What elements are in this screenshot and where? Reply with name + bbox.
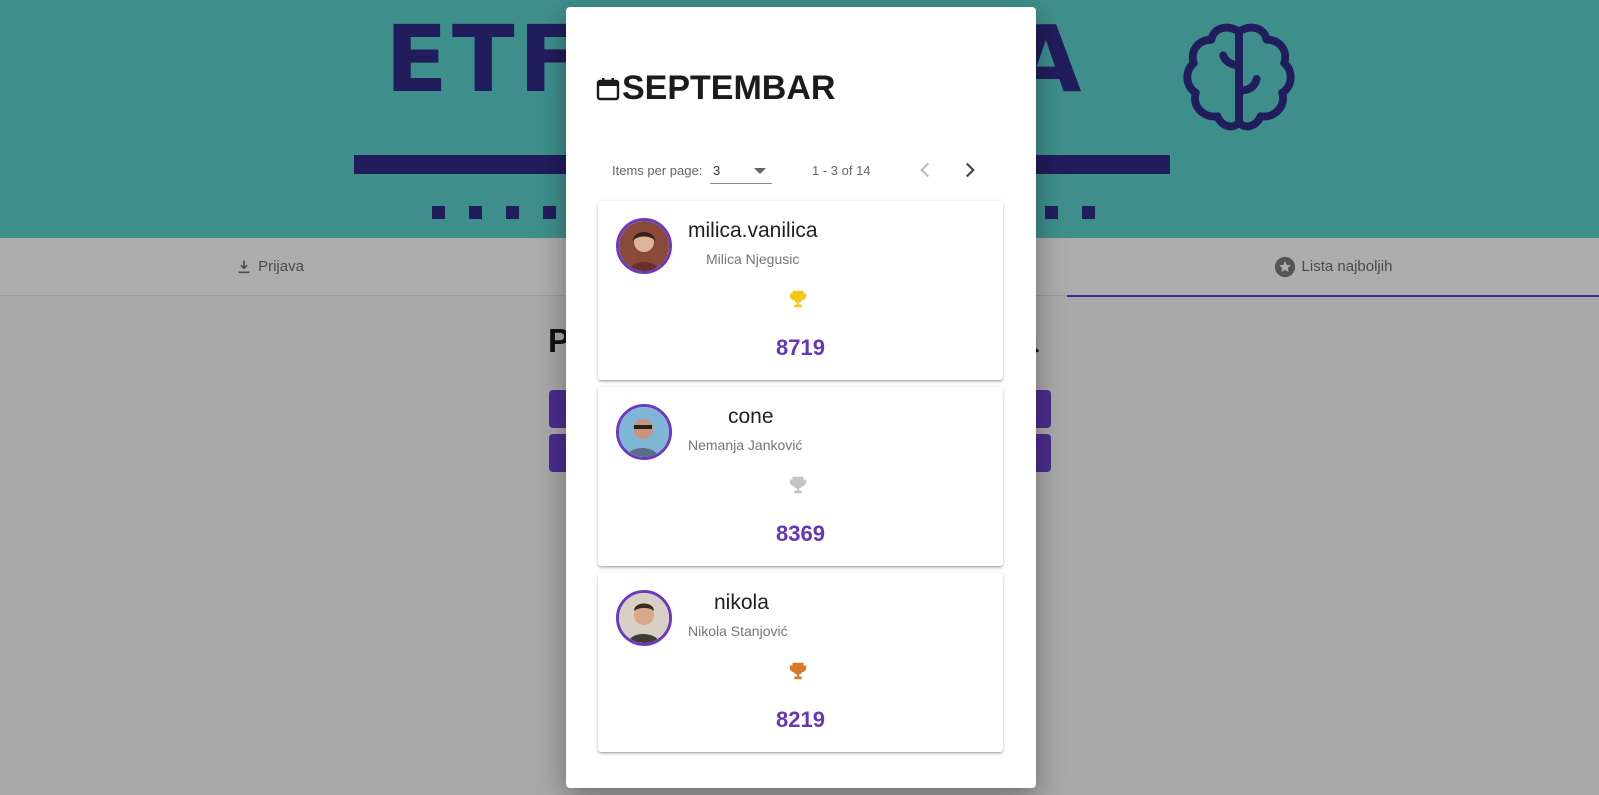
leaderboard-card: milica.vanilica Milica Njegusic 8719 <box>598 201 1003 380</box>
tab-prijava-label: Prijava <box>258 258 304 275</box>
username: nikola <box>714 591 769 614</box>
next-page-button[interactable] <box>957 157 983 183</box>
trophy-icon <box>789 662 807 680</box>
avatar <box>616 218 672 274</box>
dialog-title: SEPTEMBAR <box>596 69 835 108</box>
trophy-icon <box>789 290 807 308</box>
trophy-icon <box>789 476 807 494</box>
hero-dots-right <box>1045 206 1119 219</box>
leaderboard-card: nikola Nikola Stanjović 8219 <box>598 573 1003 752</box>
full-name: Nikola Stanjović <box>688 623 788 639</box>
previous-page-button[interactable] <box>912 157 938 183</box>
full-name: Nemanja Janković <box>688 437 803 453</box>
score: 8369 <box>776 521 825 546</box>
star-circle-icon <box>1274 256 1295 277</box>
chevron-left-icon <box>920 162 930 178</box>
download-icon <box>238 259 250 273</box>
score: 8719 <box>776 335 825 360</box>
username: cone <box>728 405 774 428</box>
leaderboard-dialog: SEPTEMBAR Items per page: 3 1 - 3 of 14 … <box>566 7 1036 788</box>
hero-title-left: ETF <box>385 6 586 113</box>
hero-dots-left <box>432 206 580 219</box>
chevron-down-icon <box>754 168 766 174</box>
leaderboard-card: cone Nemanja Janković 8369 <box>598 387 1003 566</box>
items-per-page-select[interactable]: 3 <box>710 157 772 184</box>
chevron-right-icon <box>965 162 975 178</box>
score: 8219 <box>776 707 825 732</box>
tab-lista-najboljih[interactable]: Lista najboljih <box>1067 238 1599 297</box>
dialog-title-text: SEPTEMBAR <box>622 69 836 107</box>
avatar <box>616 590 672 646</box>
tab-lista-najboljih-label: Lista najboljih <box>1301 258 1393 275</box>
tab-prijava[interactable]: Prijava <box>0 238 540 295</box>
avatar <box>616 404 672 460</box>
brain-icon <box>1183 23 1295 131</box>
items-per-page-label: Items per page: <box>612 163 703 178</box>
page-range-label: 1 - 3 of 14 <box>812 163 871 178</box>
calendar-icon <box>596 77 620 100</box>
username: milica.vanilica <box>688 219 818 242</box>
full-name: Milica Njegusic <box>706 251 800 267</box>
paginator: Items per page: 3 1 - 3 of 14 <box>612 153 1012 187</box>
items-per-page-value: 3 <box>713 163 721 178</box>
